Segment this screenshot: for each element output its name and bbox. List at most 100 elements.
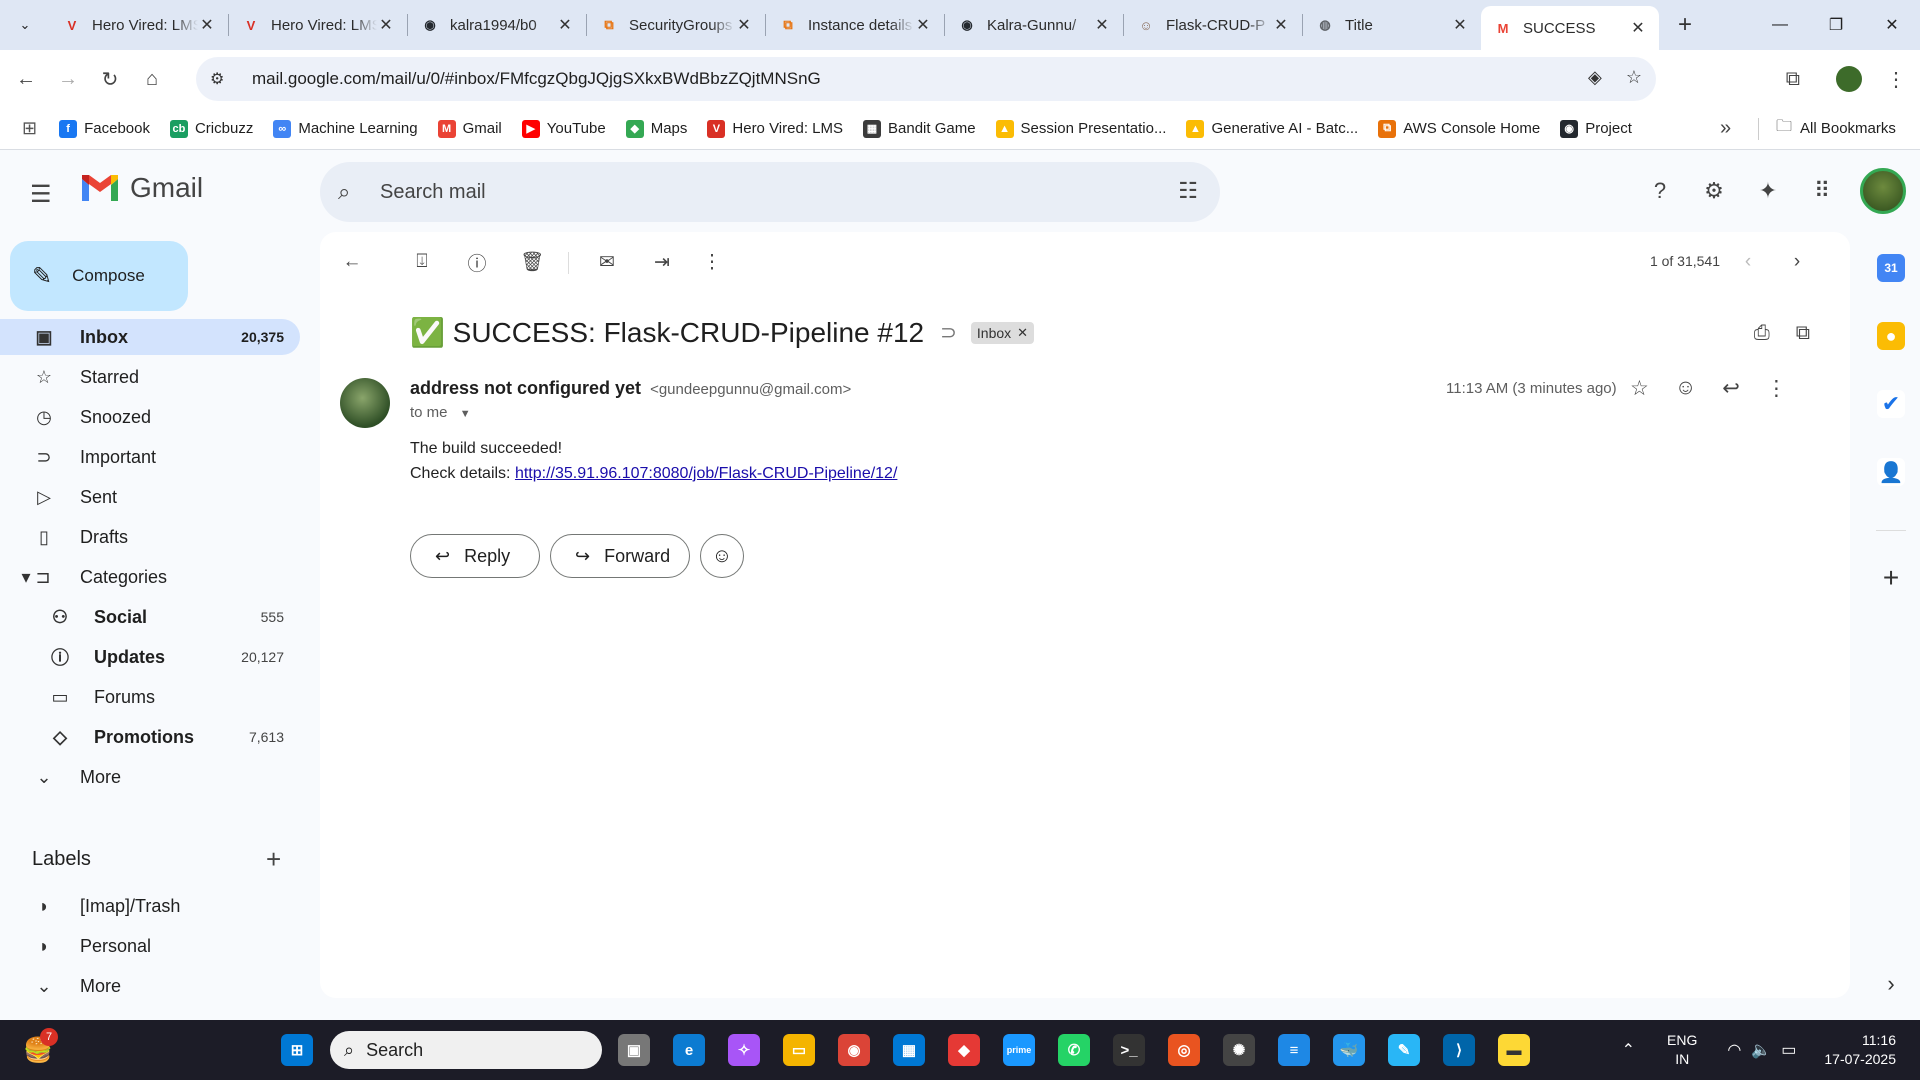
- sidebar-item-snoozed[interactable]: ◷ Snoozed: [0, 399, 300, 435]
- extensions-icon[interactable]: ⧉: [1786, 68, 1800, 91]
- more-options-icon[interactable]: ⋮: [1766, 376, 1787, 401]
- forward-icon[interactable]: →: [52, 63, 84, 95]
- sender-avatar[interactable]: [340, 378, 390, 428]
- lens-icon[interactable]: ◈: [1588, 67, 1602, 88]
- sidebar-item-forums[interactable]: ▭ Forums: [0, 679, 300, 715]
- bookmark-item[interactable]: ▶ YouTube: [521, 119, 606, 138]
- copilot-icon[interactable]: ✧: [728, 1034, 760, 1066]
- vscode-icon[interactable]: ⟩: [1443, 1034, 1475, 1066]
- browser-tab[interactable]: ☺ Flask-CRUD-P ✕: [1124, 0, 1302, 50]
- delete-icon[interactable]: 🗑: [516, 246, 548, 278]
- label-item[interactable]: ◗ Personal: [0, 928, 300, 964]
- wifi-icon[interactable]: ◠: [1727, 1040, 1741, 1060]
- open-new-window-icon[interactable]: ⧉: [1796, 322, 1810, 345]
- sidebar-item-social[interactable]: ⚇ Social 555: [0, 599, 300, 635]
- home-icon[interactable]: ⌂: [136, 63, 168, 95]
- more-actions-icon[interactable]: ⋮: [696, 246, 728, 278]
- bookmark-item[interactable]: ▲ Generative AI - Batc...: [1186, 119, 1358, 138]
- sidebar-item-categories[interactable]: ▾ ⊐ Categories: [0, 559, 300, 595]
- add-label-icon[interactable]: +: [266, 844, 281, 875]
- whatsapp-icon[interactable]: ✆: [1058, 1034, 1090, 1066]
- search-icon[interactable]: ⌕: [338, 179, 366, 205]
- tab-close-icon[interactable]: ✕: [1272, 15, 1290, 35]
- anydesk-icon[interactable]: ◆: [948, 1034, 980, 1066]
- recipient-details[interactable]: to me ▼: [410, 404, 471, 421]
- calendar-icon[interactable]: 31: [1877, 254, 1905, 282]
- apps-grid-icon[interactable]: ⊞: [22, 118, 37, 139]
- keep-icon[interactable]: ●: [1877, 322, 1905, 350]
- sidebar-item-promotions[interactable]: ◇ Promotions 7,613: [0, 719, 300, 755]
- clock[interactable]: 11:16 17-07-2025: [1824, 1031, 1896, 1069]
- tab-close-icon[interactable]: ✕: [556, 15, 574, 35]
- ubuntu-icon[interactable]: ◎: [1168, 1034, 1200, 1066]
- labels-more[interactable]: ⌄ More: [0, 968, 300, 1004]
- browser-tab[interactable]: M SUCCESS ✕: [1481, 6, 1659, 50]
- sender-name[interactable]: address not configured yet: [410, 378, 641, 398]
- battery-icon[interactable]: ▭: [1781, 1040, 1796, 1060]
- notepad-icon[interactable]: ≡: [1278, 1034, 1310, 1066]
- settings-gear-icon[interactable]: ⚙: [1698, 175, 1730, 207]
- browser-tab[interactable]: ◉ Kalra-Gunnu/ ✕: [945, 0, 1123, 50]
- edge-icon[interactable]: e: [673, 1034, 705, 1066]
- tab-close-icon[interactable]: ✕: [1451, 15, 1469, 35]
- main-menu-icon[interactable]: ☰: [30, 180, 52, 209]
- url-text[interactable]: mail.google.com/mail/u/0/#inbox/FMfcgzQb…: [252, 69, 821, 89]
- more-bookmarks-icon[interactable]: »: [1720, 117, 1731, 140]
- back-icon[interactable]: ←: [10, 63, 42, 95]
- tab-close-icon[interactable]: ✕: [198, 15, 216, 35]
- bookmark-item[interactable]: ▲ Session Presentatio...: [995, 119, 1166, 138]
- reload-icon[interactable]: ↻: [94, 63, 126, 95]
- browser-tab[interactable]: ◉ kalra1994/b0 ✕: [408, 0, 586, 50]
- search-bar[interactable]: ⌕ Search mail ☷: [320, 162, 1220, 222]
- sidebar-item-sent[interactable]: ▷ Sent: [0, 479, 300, 515]
- prime-video-icon[interactable]: prime: [1003, 1034, 1035, 1066]
- browser-tab[interactable]: ⧉ Instance details ✕: [766, 0, 944, 50]
- jenkins-job-link[interactable]: http://35.91.96.107:8080/job/Flask-CRUD-…: [515, 465, 897, 482]
- star-icon[interactable]: ☆: [1630, 376, 1649, 401]
- help-icon[interactable]: ?: [1644, 175, 1676, 207]
- tab-close-icon[interactable]: ✕: [735, 15, 753, 35]
- tab-close-icon[interactable]: ✕: [914, 15, 932, 35]
- bookmark-star-icon[interactable]: ☆: [1626, 67, 1642, 88]
- language-indicator[interactable]: ENG IN: [1667, 1031, 1697, 1069]
- tab-close-icon[interactable]: ✕: [377, 15, 395, 35]
- tab-close-icon[interactable]: ✕: [1093, 15, 1111, 35]
- minimize-button[interactable]: —: [1752, 0, 1808, 50]
- gemini-sparkle-icon[interactable]: ✦: [1752, 175, 1784, 207]
- tab-close-icon[interactable]: ✕: [1629, 18, 1647, 38]
- tab-search-dropdown-icon[interactable]: ⌄: [12, 12, 38, 38]
- close-window-button[interactable]: ✕: [1864, 0, 1920, 50]
- chatgpt-icon[interactable]: ✺: [1223, 1034, 1255, 1066]
- paint-icon[interactable]: ✎: [1388, 1034, 1420, 1066]
- sidebar-item-inbox[interactable]: ▣ Inbox 20,375: [0, 319, 300, 355]
- bookmark-item[interactable]: ▦ Bandit Game: [863, 119, 976, 138]
- docker-icon[interactable]: 🐳: [1333, 1034, 1365, 1066]
- back-to-inbox-icon[interactable]: ←: [336, 246, 368, 278]
- reply-button[interactable]: ↩ Reply: [410, 534, 540, 578]
- archive-icon[interactable]: ⍗: [406, 246, 438, 278]
- browser-tab[interactable]: ⧉ SecurityGroups ✕: [587, 0, 765, 50]
- mark-unread-icon[interactable]: ✉: [591, 246, 623, 278]
- bookmark-item[interactable]: ⧉ AWS Console Home: [1378, 119, 1540, 138]
- remove-label-icon[interactable]: ✕: [1017, 325, 1028, 341]
- get-addons-icon[interactable]: +: [1877, 562, 1905, 593]
- bookmark-item[interactable]: M Gmail: [437, 119, 502, 138]
- sidebar-item-drafts[interactable]: ▯ Drafts: [0, 519, 300, 555]
- site-info-icon[interactable]: ⚙: [210, 69, 232, 89]
- sidebar-item-important[interactable]: ⊃ Important: [0, 439, 300, 475]
- label-item[interactable]: ◗ [Imap]/Trash: [0, 888, 300, 924]
- terminal-icon[interactable]: >_: [1113, 1034, 1145, 1066]
- volume-icon[interactable]: 🔈: [1751, 1040, 1771, 1060]
- browser-tab[interactable]: ◍ Title ✕: [1303, 0, 1481, 50]
- print-icon[interactable]: ⎙: [1754, 322, 1770, 345]
- emoji-reaction-button[interactable]: ☺: [700, 534, 744, 578]
- newer-icon[interactable]: ‹: [1732, 246, 1764, 278]
- tasks-icon[interactable]: ✔: [1877, 390, 1905, 418]
- chrome-icon[interactable]: ◉: [838, 1034, 870, 1066]
- google-apps-icon[interactable]: ⠿: [1806, 175, 1838, 207]
- older-icon[interactable]: ›: [1781, 246, 1813, 278]
- bookmark-item[interactable]: f Facebook: [59, 119, 150, 138]
- forward-button[interactable]: ↪ Forward: [550, 534, 690, 578]
- bookmark-item[interactable]: ◆ Maps: [625, 119, 687, 138]
- reply-icon[interactable]: ↩: [1722, 376, 1740, 401]
